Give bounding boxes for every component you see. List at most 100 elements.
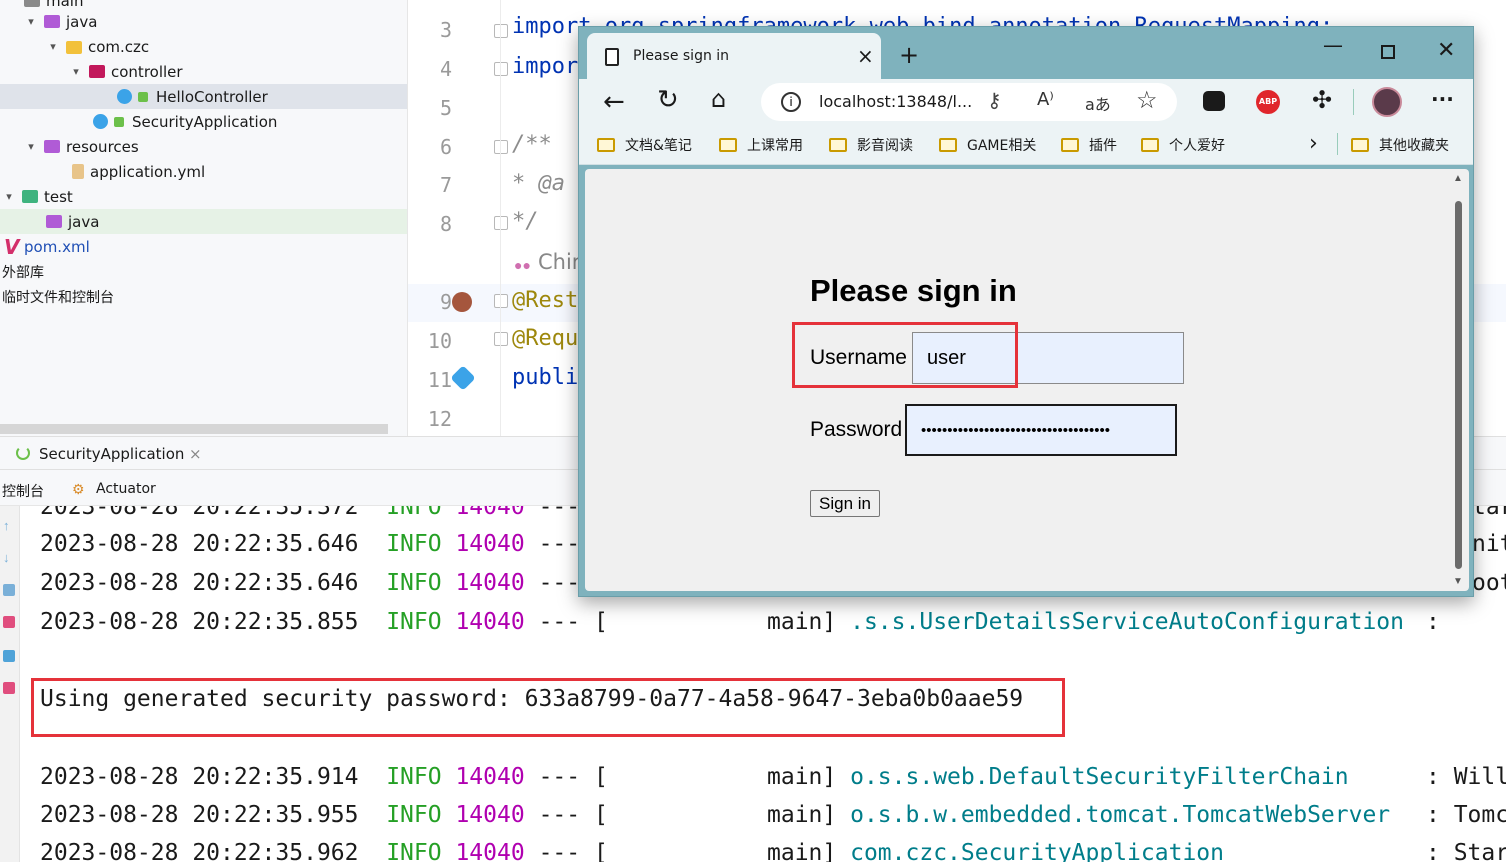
favorite-folder[interactable]: 文档&笔记 [597,135,692,155]
tree-item-label: com.czc [88,37,150,56]
horizontal-scrollbar[interactable] [0,424,388,434]
tree-item-java[interactable]: ▾ java [0,9,407,34]
log-thread: main] o.s.b.w.embedded.tomcat.TomcatWebS… [767,802,1391,828]
spring-bean-gutter-icon[interactable] [452,292,472,312]
close-tab-icon[interactable]: × [857,44,874,68]
tree-item-controller[interactable]: ▾ controller [0,59,407,84]
other-favorites[interactable]: 其他收藏夹 [1351,135,1449,155]
fold-icon[interactable] [494,62,508,76]
favorite-folder[interactable]: GAME相关 [939,135,1036,155]
tree-item-resources[interactable]: ▾ resources [0,134,407,159]
scroll-to-end-icon[interactable] [3,616,15,628]
arrow-up-icon[interactable]: ↑ [3,518,15,533]
chevron-down-icon[interactable]: ▾ [69,65,83,79]
close-icon[interactable]: × [189,445,202,463]
vertical-scrollbar[interactable]: ▲ ▼ [1453,173,1463,587]
more-menu-icon[interactable]: ··· [1431,87,1454,111]
page-title: Please sign in [810,273,1017,308]
minimize-icon[interactable]: — [1323,33,1343,57]
sign-in-button[interactable]: Sign in [810,490,880,517]
log-line: 2023-08-28 20:22:35.962 INFO 14040 --- [ [40,840,608,862]
code-line: * @a [512,171,565,196]
chevron-right-icon[interactable]: › [1309,131,1318,156]
adblock-icon[interactable]: ABP [1256,90,1280,114]
maximize-icon[interactable] [1381,45,1395,59]
translate-icon[interactable]: aあ [1085,91,1111,115]
browser-tab[interactable]: Please sign in × [587,33,881,79]
tab-title: Please sign in [633,48,730,64]
new-tab-icon[interactable]: + [899,41,919,69]
chevron-down-icon[interactable]: ▾ [2,190,16,204]
console-toolbar: ↑ ↓ [0,506,20,862]
scroll-up-icon[interactable]: ▲ [1453,173,1463,184]
fold-icon[interactable] [494,24,508,38]
browser-window: Please sign in × + — ✕ ← ↻ ⌂ i localhost… [578,26,1474,597]
author-inlay[interactable]: Chir [538,250,580,274]
favorite-star-icon[interactable]: ☆ [1136,86,1158,115]
log-line: 2023-08-28 20:22:35.855 INFO 14040 --- [ [40,609,608,635]
read-aloud-icon[interactable]: A⁾ [1037,89,1054,110]
address-bar[interactable]: i localhost:13848/l... ⚷ A⁾ aあ ☆ [761,83,1177,121]
tree-item-package[interactable]: ▾ com.czc [0,34,407,59]
chevron-down-icon[interactable]: ▾ [46,40,60,54]
key-icon[interactable]: ⚷ [987,88,1002,113]
site-info-icon[interactable]: i [781,92,801,112]
tree-item-label: pom.xml [24,237,90,256]
log-msg: oot [1472,570,1506,596]
scroll-down-icon[interactable]: ▼ [1453,576,1463,587]
favorite-label: 插件 [1089,138,1117,154]
folder-icon [24,0,40,7]
tree-item-pom[interactable]: V pom.xml [0,234,407,259]
password-input[interactable]: •••••••••••••••••••••••••••••••••••• [905,404,1177,456]
chevron-down-icon[interactable]: ▾ [24,140,38,154]
back-icon[interactable]: ← [603,87,625,117]
log-line: 2023-08-28 20:22:35.914 INFO 14040 --- [ [40,764,608,790]
scrollbar-thumb[interactable] [1455,201,1462,569]
fold-icon[interactable] [494,332,508,346]
fold-icon[interactable] [494,216,508,230]
line-number: 9 [439,290,452,314]
log-line: 2023-08-28 20:22:35.955 INFO 14040 --- [ [40,802,608,828]
soft-wrap-icon[interactable] [3,584,15,596]
password-highlight-box [31,678,1065,737]
extensions-puzzle-icon[interactable]: ✣ [1312,86,1332,114]
tab-console[interactable]: 控制台 [2,481,44,501]
tree-item-label: SecurityApplication [132,112,278,131]
tree-item-securityapplication[interactable]: SecurityApplication [0,109,407,134]
tree-item-application-yml[interactable]: application.yml [0,159,407,184]
folder-icon [939,138,957,152]
gutter-divider [500,0,501,436]
clear-icon[interactable] [3,682,15,694]
log-line: 2023-08-28 20:22:35.646 INFO 14040 --- [40,570,581,596]
window-close-icon[interactable]: ✕ [1437,38,1455,63]
favorite-folder[interactable]: 影音阅读 [829,135,913,155]
home-icon[interactable]: ⌂ [711,85,726,113]
password-mask: •••••••••••••••••••••••••••••••••••• [921,421,1111,439]
tree-item-scratches[interactable]: 临时文件和控制台 [0,284,407,309]
tab-actuator[interactable]: Actuator [96,481,156,497]
tree-item-label: 临时文件和控制台 [2,289,114,306]
tree-item-external-libs[interactable]: 外部库 [0,259,407,284]
run-tab-label[interactable]: SecurityApplication [39,445,184,463]
avatar[interactable] [1372,87,1402,117]
print-icon[interactable] [3,650,15,662]
favorite-folder[interactable]: 个人爱好 [1141,135,1225,155]
code-line: @Requ [512,326,579,351]
log-thread: main] o.s.s.web.DefaultSecurityFilterCha… [767,764,1349,790]
folder-icon [1351,138,1369,152]
favorite-folder[interactable]: 插件 [1061,135,1117,155]
tree-item-test[interactable]: ▾ test [0,184,407,209]
refresh-icon[interactable]: ↻ [657,85,679,115]
fold-icon[interactable] [494,140,508,154]
toolbar-divider [1353,89,1354,115]
tree-item-test-java[interactable]: java [0,209,407,234]
arrow-down-icon[interactable]: ↓ [3,550,15,565]
bean-gutter-icon[interactable] [450,365,476,391]
chevron-down-icon[interactable]: ▾ [24,15,38,29]
favorite-folder[interactable]: 上课常用 [719,135,803,155]
tree-item-hellocontroller[interactable]: HelloController [0,84,407,109]
fold-icon[interactable] [494,294,508,308]
extension-icon[interactable] [1203,91,1225,111]
folder-icon [1141,138,1159,152]
code-line: @Rest [512,288,579,313]
